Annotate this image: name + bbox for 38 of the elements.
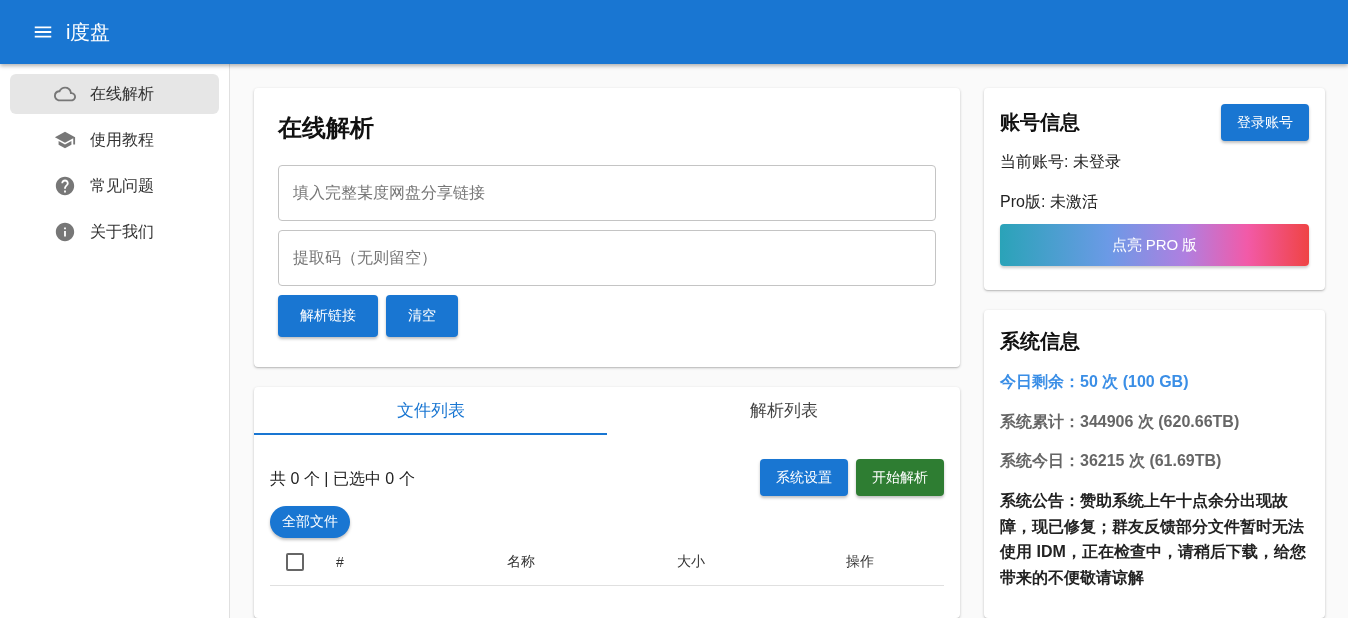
- login-button[interactable]: 登录账号: [1221, 104, 1309, 141]
- today-stats-text: 系统今日：36215 次 (61.69TB): [1000, 451, 1223, 472]
- remaining-quota-text: 今日剩余：50 次 (100 GB): [1000, 372, 1190, 393]
- sidebar-item[interactable]: 在线解析: [10, 74, 219, 114]
- tab[interactable]: 解析列表: [607, 387, 960, 435]
- help-icon: [54, 175, 76, 197]
- pro-upgrade-button[interactable]: 点亮 PRO 版: [1000, 224, 1309, 267]
- card-title: 账号信息: [1000, 110, 1080, 135]
- sidebar-item-label: 常见问题: [90, 175, 154, 196]
- link-input-field[interactable]: 填入完整某度网盘分享链接: [278, 165, 936, 221]
- graduation-cap-icon: [54, 129, 76, 151]
- card-title: 在线解析: [278, 113, 375, 143]
- column-header: #: [336, 553, 345, 570]
- clear-button[interactable]: 清空: [386, 295, 458, 337]
- account-status-text: Pro版: 未激活: [1000, 191, 1099, 212]
- column-header: 大小: [676, 552, 706, 571]
- info-icon: [54, 221, 76, 243]
- notice-text: 系统公告：赞助系统上午十点余分出现故障，现已修复；群友反馈部分文件暂时无法使用 IDM，正在检查中，请稍后下载，给您带来的不便敬请谅解: [1000, 490, 1307, 588]
- column-header: 操作: [845, 552, 875, 571]
- select-all-checkbox[interactable]: [286, 552, 304, 571]
- account-status-text: 当前账号: 未登录: [1000, 152, 1122, 172]
- code-input-field[interactable]: 提取码（无则留空）: [278, 230, 936, 286]
- card-title: 系统信息: [1000, 329, 1081, 355]
- app-title: i度盘: [66, 19, 111, 45]
- sidebar-item[interactable]: 使用教程: [10, 120, 219, 160]
- settings-button[interactable]: 系统设置: [760, 459, 848, 496]
- sidebar-item-label: 关于我们: [90, 221, 154, 242]
- file-count-text: 共 0 个 | 已选中 0 个: [270, 468, 415, 489]
- start-parse-button[interactable]: 开始解析: [856, 459, 944, 496]
- parse-button[interactable]: 解析链接: [278, 295, 378, 337]
- sidebar-item[interactable]: 常见问题: [10, 166, 219, 206]
- sidebar-item-label: 使用教程: [90, 129, 154, 150]
- sidebar-item[interactable]: 关于我们: [10, 212, 219, 252]
- all-files-chip[interactable]: 全部文件: [270, 506, 350, 538]
- tab[interactable]: 文件列表: [254, 387, 607, 435]
- total-stats-text: 系统累计：344906 次 (620.66TB): [1000, 411, 1241, 432]
- column-header: 名称: [506, 552, 536, 571]
- sidebar-item-label: 在线解析: [90, 83, 154, 104]
